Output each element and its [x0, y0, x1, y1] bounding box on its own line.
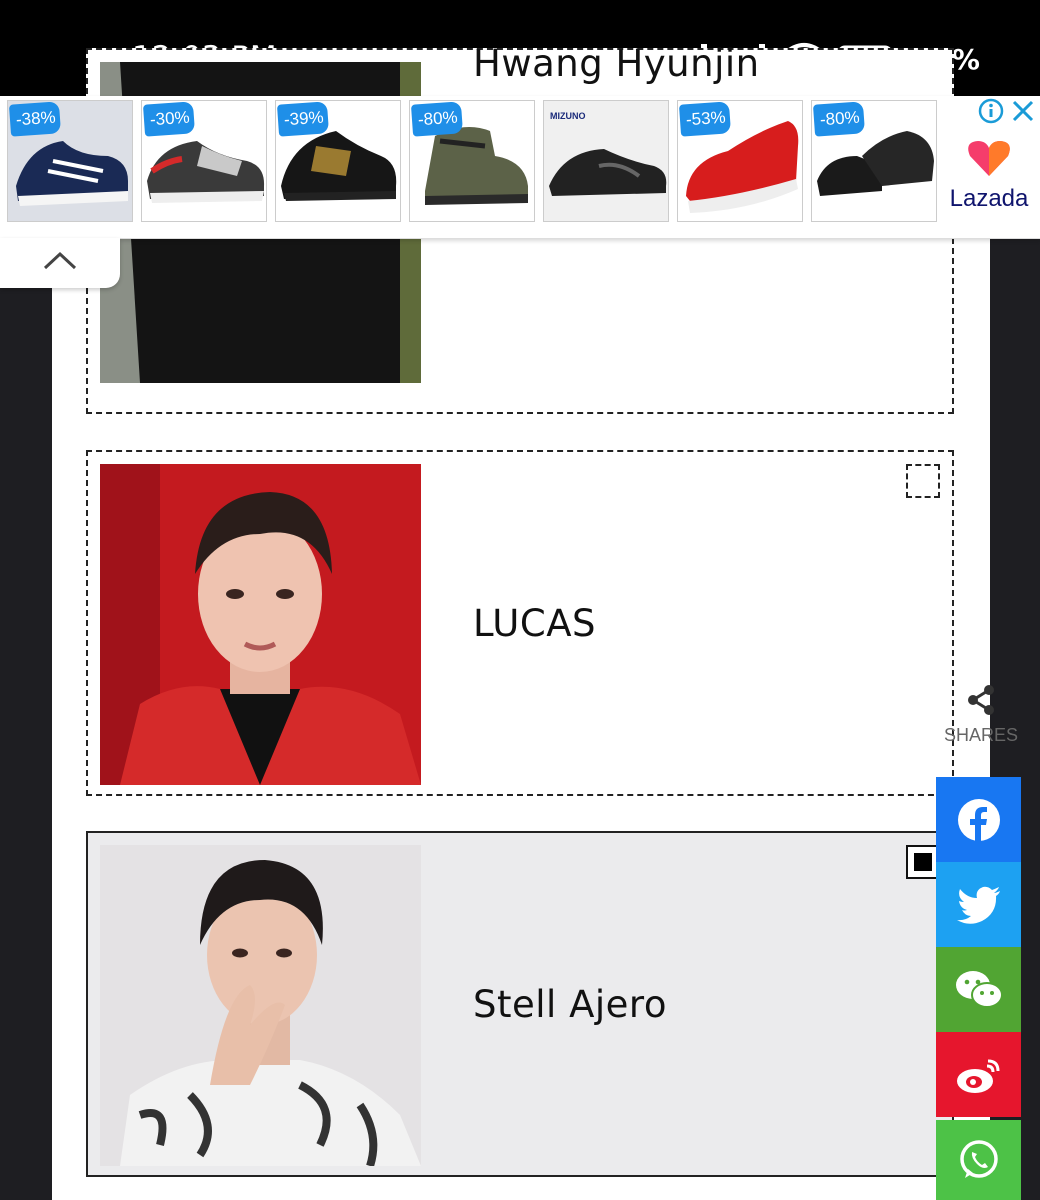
vote-checkbox-checked[interactable]: [906, 845, 940, 879]
discount-tag: -53%: [678, 101, 731, 137]
discount-tag: -39%: [276, 101, 329, 137]
twitter-icon: [956, 886, 1000, 924]
ad-product[interactable]: -80%: [409, 100, 535, 222]
ad-product[interactable]: -80%: [811, 100, 937, 222]
ad-banner[interactable]: -38% -30% -39% -80% MIZUNO -53% -80% Laz…: [0, 96, 1040, 239]
discount-tag: -30%: [142, 101, 195, 137]
whatsapp-share-button[interactable]: [936, 1120, 1021, 1200]
facebook-icon: [957, 798, 1000, 841]
brand-label: MIZUNO: [550, 111, 586, 121]
person-name: Hwang Hyunjin: [473, 42, 760, 85]
person-name: Stell Ajero: [473, 983, 667, 1026]
person-name: LUCAS: [473, 602, 596, 645]
ad-close-icon[interactable]: [1010, 98, 1036, 124]
discount-tag: -38%: [8, 101, 61, 137]
vote-checkbox[interactable]: [906, 464, 940, 498]
wechat-share-button[interactable]: [936, 947, 1021, 1032]
share-count: SHARES: [936, 684, 1026, 746]
collapse-ad-button[interactable]: [0, 238, 120, 288]
weibo-icon: [956, 1059, 999, 1093]
article-content: Hwang Hyunjin LUCAS Stell Ajero: [52, 42, 990, 1200]
shares-label: SHARES: [943, 725, 1019, 745]
whatsapp-icon: [959, 1140, 998, 1178]
person-photo: [100, 464, 421, 785]
wechat-icon: [955, 970, 1003, 1008]
discount-tag: -80%: [812, 101, 865, 137]
ad-info-icon[interactable]: [978, 98, 1004, 124]
poll-option-card[interactable]: LUCAS: [86, 450, 954, 796]
advertiser-name: Lazada: [949, 185, 1029, 212]
ad-product[interactable]: MIZUNO: [543, 100, 669, 222]
discount-tag: -80%: [410, 101, 463, 137]
ad-product[interactable]: -39%: [275, 100, 401, 222]
ad-product[interactable]: -53%: [677, 100, 803, 222]
lazada-heart-icon: [968, 141, 1010, 176]
advertiser-logo[interactable]: Lazada: [944, 138, 1034, 213]
person-photo: [100, 845, 421, 1166]
poll-option-card-selected[interactable]: Stell Ajero: [86, 831, 954, 1177]
chevron-up-icon: [43, 251, 77, 270]
ad-product[interactable]: -38%: [7, 100, 133, 222]
share-icon: [968, 685, 994, 715]
ad-product[interactable]: -30%: [141, 100, 267, 222]
twitter-share-button[interactable]: [936, 862, 1021, 947]
weibo-share-button[interactable]: [936, 1032, 1021, 1117]
facebook-share-button[interactable]: [936, 777, 1021, 862]
